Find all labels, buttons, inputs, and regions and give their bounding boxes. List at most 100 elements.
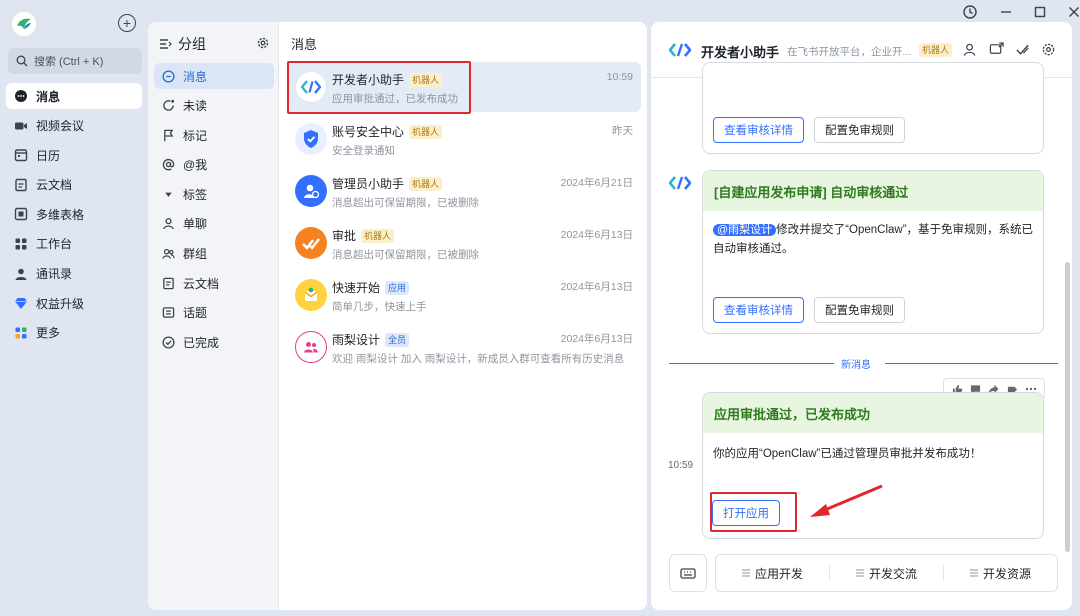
check-circle-icon	[162, 336, 175, 349]
menu-app-dev[interactable]: 应用开发	[716, 565, 829, 582]
conversation-preview: 简单几步，快速上手	[332, 301, 427, 313]
conversation-name-row: 管理员小助手 机器人	[332, 175, 443, 192]
nav-item-calendar[interactable]: 日历	[6, 142, 142, 168]
app-badge: 应用	[385, 280, 410, 295]
settings-icon[interactable]	[1041, 42, 1056, 57]
group-item-groups[interactable]: 群组	[154, 241, 274, 267]
admin-avatar-icon	[295, 175, 327, 207]
bot-badge: 机器人	[409, 124, 443, 139]
group-item-docs[interactable]: 云文档	[154, 270, 274, 296]
group-item-flagged[interactable]: 标记	[154, 122, 274, 148]
group-avatar-icon	[295, 331, 327, 363]
minimize-icon[interactable]	[1000, 6, 1012, 18]
nav-item-video-meeting[interactable]: 视频会议	[6, 113, 142, 139]
nav-item-docs[interactable]: 云文档	[6, 172, 142, 198]
group-menu-icon[interactable]	[158, 37, 172, 51]
checkmark-icon[interactable]	[1015, 42, 1030, 57]
calendar-icon	[14, 148, 28, 162]
conversation-preview: 消息超出可保留期限，已被删除	[332, 197, 479, 209]
window-controls	[962, 4, 1080, 20]
approval-avatar-icon	[295, 227, 327, 259]
contacts-icon	[14, 267, 28, 281]
highlight-box	[710, 492, 797, 532]
group-item-done[interactable]: 已完成	[154, 329, 274, 355]
topic-icon	[162, 307, 175, 319]
document-icon	[14, 178, 28, 192]
group-item-topics[interactable]: 话题	[154, 300, 274, 326]
highlight-box	[287, 61, 471, 114]
group-item-direct[interactable]: 单聊	[154, 211, 274, 237]
group-panel: 分组 消息 未读 标记 @我 标签 单聊 群组 云文档 话题 已完成	[148, 22, 278, 610]
menu-label: 应用开发	[754, 566, 803, 581]
member-badge: 全员	[385, 332, 410, 347]
main-nav: + 搜索 (Ctrl + K) 消息 视频会议 日历 云文档 多维表格 工作台	[0, 0, 148, 616]
maximize-icon[interactable]	[1034, 6, 1046, 18]
conversation-list-title: 消息	[291, 37, 318, 52]
nav-item-contacts[interactable]: 通讯录	[6, 261, 142, 287]
configure-rules-button[interactable]: 配置免审规则	[814, 117, 905, 143]
add-member-icon[interactable]	[963, 42, 978, 57]
menu-dev-resources[interactable]: 开发资源	[944, 565, 1057, 582]
app-logo-icon[interactable]	[12, 12, 36, 36]
nav-list: 消息 视频会议 日历 云文档 多维表格 工作台 通讯录 权益升级 更多	[6, 83, 142, 349]
conversation-name: 快速开始	[332, 281, 381, 295]
nav-item-upgrade[interactable]: 权益升级	[6, 290, 142, 316]
group-item-label: 云文档	[183, 276, 220, 291]
group-item-mentions[interactable]: @我	[154, 152, 274, 178]
conversation-name: 审批	[332, 229, 357, 243]
nav-item-label: 通讯录	[36, 267, 73, 282]
caret-down-icon	[165, 192, 172, 197]
group-item-label: @我	[183, 158, 208, 173]
quick-menu-bar: 应用开发 开发交流 开发资源	[715, 554, 1058, 592]
nav-item-more[interactable]: 更多	[6, 320, 142, 346]
nav-item-messages[interactable]: 消息	[6, 83, 142, 109]
configure-rules-button[interactable]: 配置免审规则	[814, 297, 905, 323]
conversation-time: 2024年6月13日	[560, 281, 633, 293]
nav-item-label: 多维表格	[36, 207, 85, 222]
gear-icon[interactable]	[256, 36, 270, 50]
nav-item-label: 日历	[36, 148, 61, 163]
group-list: 消息 未读 标记 @我 标签 单聊 群组 云文档 话题 已完成	[154, 63, 274, 359]
card-body: @雨梨设计 修改并提交了“OpenClaw”，基于免审规则，系统已自动审核通过。	[713, 221, 1035, 259]
mention-chip[interactable]: @雨梨设计	[713, 224, 777, 236]
conversation-preview: 欢迎 雨梨设计 加入 雨梨设计，新成员入群可查看所有历史消息	[332, 353, 625, 365]
chat-description[interactable]: 在飞书开放平台，企业开...	[787, 44, 911, 59]
diamond-icon	[14, 296, 28, 310]
menu-dev-exchange[interactable]: 开发交流	[830, 565, 943, 582]
new-chat-button[interactable]: +	[118, 14, 136, 32]
chat-bubble-icon	[14, 89, 28, 103]
menu-lines-icon	[969, 569, 978, 577]
group-item-label: 未读	[183, 99, 208, 114]
conversation-name-row: 审批 机器人	[332, 227, 395, 244]
conversation-item[interactable]: 账号安全中心 机器人 安全登录通知 昨天	[287, 114, 641, 164]
share-screen-icon[interactable]	[989, 42, 1004, 57]
view-audit-details-button[interactable]: 查看审核详情	[713, 117, 804, 143]
groups-header: 分组	[158, 34, 272, 54]
bot-badge: 机器人	[919, 43, 953, 57]
group-item-unread[interactable]: 未读	[154, 93, 274, 119]
conversation-preview: 消息超出可保留期限，已被删除	[332, 249, 479, 261]
bot-badge: 机器人	[361, 228, 395, 243]
chat-bubble-icon	[162, 69, 175, 83]
group-item-messages[interactable]: 消息	[154, 63, 274, 89]
nav-item-label: 工作台	[36, 237, 73, 252]
close-icon[interactable]	[1068, 6, 1080, 18]
conversation-time: 2024年6月21日	[560, 177, 633, 189]
history-icon[interactable]	[962, 4, 978, 20]
keyboard-icon	[680, 568, 696, 579]
conversation-item[interactable]: 管理员小助手 机器人 消息超出可保留期限，已被删除 2024年6月21日	[287, 166, 641, 216]
conversation-item[interactable]: 快速开始 应用 简单几步，快速上手 2024年6月13日	[287, 270, 641, 320]
scrollbar[interactable]	[1065, 262, 1070, 552]
view-audit-details-button[interactable]: 查看审核详情	[713, 297, 804, 323]
conversation-item[interactable]: 审批 机器人 消息超出可保留期限，已被删除 2024年6月13日	[287, 218, 641, 268]
divider-line	[669, 363, 834, 364]
group-item-labels[interactable]: 标签	[154, 181, 274, 207]
keyboard-toggle-button[interactable]	[669, 554, 707, 592]
conversation-item[interactable]: 雨梨设计 全员 欢迎 雨梨设计 加入 雨梨设计，新成员入群可查看所有历史消息 20…	[287, 322, 641, 372]
nav-item-workplace[interactable]: 工作台	[6, 231, 142, 257]
search-input[interactable]: 搜索 (Ctrl + K)	[8, 48, 142, 74]
new-messages-divider: 新消息	[841, 360, 871, 371]
conversation-time: 昨天	[612, 125, 633, 137]
conversation-name-row: 账号安全中心 机器人	[332, 123, 443, 140]
nav-item-base[interactable]: 多维表格	[6, 201, 142, 227]
